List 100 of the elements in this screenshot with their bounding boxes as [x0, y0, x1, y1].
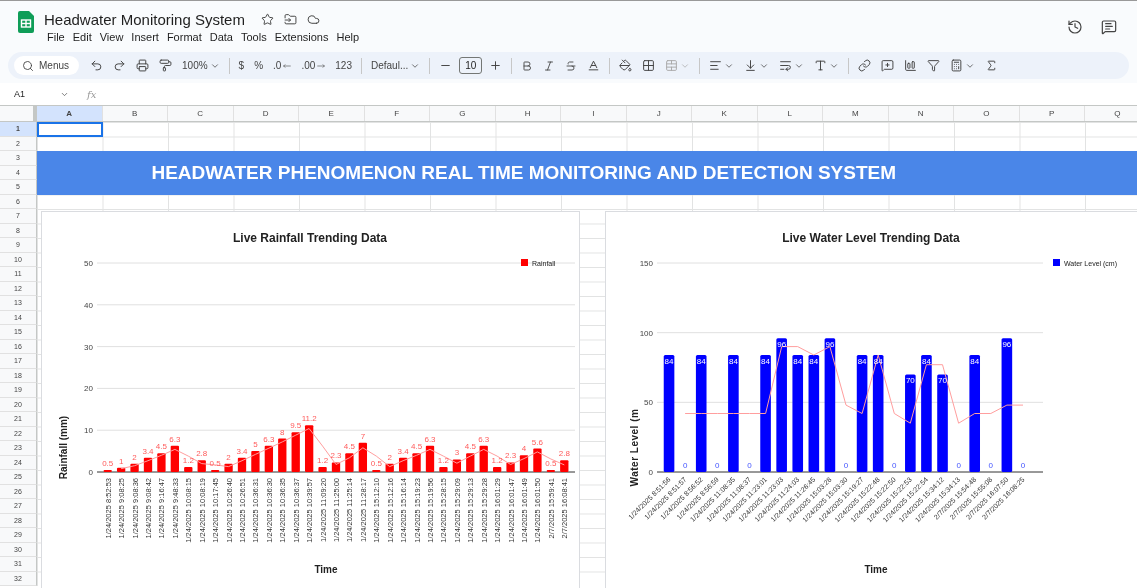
menu-item[interactable]: Data [206, 30, 236, 44]
print-icon [136, 59, 149, 72]
menu-item[interactable]: View [96, 30, 127, 44]
data-label: 1 [118, 456, 124, 466]
bold-icon [521, 59, 534, 72]
y-tick-label: 40 [84, 300, 93, 310]
data-label: 2.3 [330, 451, 342, 461]
add-comment-icon [881, 59, 895, 72]
bar [291, 432, 300, 472]
menu-item[interactable]: Tools [237, 30, 270, 44]
bar [479, 445, 488, 472]
x-axis-title: Time [314, 564, 338, 575]
history-icon [1067, 19, 1083, 35]
currency-button[interactable]: $ [235, 54, 248, 77]
data-label: 84 [728, 356, 738, 366]
decrease-decimal-button[interactable]: .0 [270, 54, 295, 77]
bar [493, 467, 502, 472]
data-label: 7 [360, 431, 366, 441]
menu-item[interactable]: Edit [69, 30, 95, 44]
document-title[interactable]: Headwater Monitoring System [44, 11, 245, 28]
bar [533, 448, 542, 472]
bar [385, 463, 394, 472]
bar [345, 453, 354, 472]
bar [439, 467, 448, 472]
data-label: 6.3 [263, 434, 275, 444]
bar [197, 460, 206, 472]
y-tick-label: 150 [639, 259, 653, 268]
y-axis-title: Water Level (m [629, 408, 640, 487]
number-format-button[interactable]: 123 [332, 54, 355, 77]
data-label: 84 [696, 356, 706, 366]
calculator-icon [950, 59, 964, 72]
font-size-field[interactable]: 10 [459, 57, 483, 74]
data-label: 96 [1002, 340, 1012, 350]
y-tick-label: 30 [84, 342, 93, 352]
bar [237, 457, 247, 472]
chart-title: Live Water Level Trending Data [782, 231, 960, 245]
align-left-icon [709, 59, 723, 72]
menu-item[interactable]: Format [163, 30, 205, 44]
data-label: 3 [454, 448, 460, 458]
data-label: 84 [761, 356, 770, 366]
bar [372, 469, 381, 472]
name-box[interactable]: A1 [14, 89, 50, 99]
bar [224, 463, 233, 472]
y-tick-label: 50 [84, 259, 93, 268]
wrap-icon [779, 59, 793, 72]
menu-item[interactable]: Insert [128, 30, 162, 44]
font-dropdown[interactable]: Defaul... [368, 54, 424, 77]
menu-item[interactable]: Help [333, 30, 363, 44]
data-label: 6.3 [424, 434, 436, 444]
arrow-left-icon [283, 61, 292, 70]
bar [425, 445, 435, 472]
data-label: 2 [387, 452, 392, 462]
bar [399, 457, 408, 472]
data-label: 0 [988, 461, 993, 470]
data-label: 96 [777, 340, 787, 350]
data-label: 0 [956, 461, 961, 470]
data-label: 6.3 [169, 434, 181, 444]
bar [251, 451, 260, 472]
data-label: 4.5 [464, 442, 476, 452]
selected-cell[interactable] [37, 122, 103, 137]
data-label: 3.4 [142, 446, 154, 456]
data-label: 70 [905, 376, 915, 386]
spreadsheet-logo[interactable] [18, 11, 34, 33]
bar [278, 438, 287, 472]
increase-decimal-button[interactable]: .00 [298, 54, 329, 77]
search-icon [22, 59, 34, 72]
link-icon [858, 59, 872, 72]
bar [506, 462, 515, 472]
data-label: 6.3 [478, 434, 490, 444]
y-tick-label: 0 [88, 468, 93, 477]
data-label: 96 [825, 340, 835, 350]
column-header[interactable]: A [37, 106, 103, 121]
y-tick-label: 50 [644, 398, 653, 408]
chart-title: Live Rainfall Trending Data [233, 231, 387, 245]
menu-item[interactable]: Extensions [271, 30, 332, 44]
menu-item[interactable]: File [44, 30, 68, 44]
data-label: 84 [970, 356, 980, 366]
italic-icon [543, 59, 556, 72]
text-rotate-icon [814, 59, 828, 72]
data-label: 1.2 [317, 456, 329, 465]
bar [264, 445, 273, 472]
percent-button[interactable]: % [251, 54, 267, 77]
data-label: 4.5 [343, 442, 355, 452]
bar [157, 453, 166, 472]
data-label: 84 [664, 356, 674, 366]
data-label: 5 [253, 440, 258, 450]
merge-cells-icon [665, 59, 679, 72]
zoom-dropdown[interactable]: 100% [179, 54, 223, 77]
y-tick-label: 0 [648, 468, 653, 477]
data-label: 1.2 [437, 456, 449, 465]
paint-roller-icon [159, 59, 172, 72]
data-label: 9.5 [290, 421, 302, 431]
plus-icon [489, 59, 503, 72]
data-label: 4.5 [155, 442, 167, 452]
data-label: 0 [1020, 461, 1026, 470]
data-label: 11.2 [301, 414, 317, 424]
menu-search-field[interactable]: Menus [14, 56, 79, 75]
data-label: 1.2 [182, 456, 194, 465]
bar [211, 469, 220, 472]
bar [143, 457, 153, 472]
